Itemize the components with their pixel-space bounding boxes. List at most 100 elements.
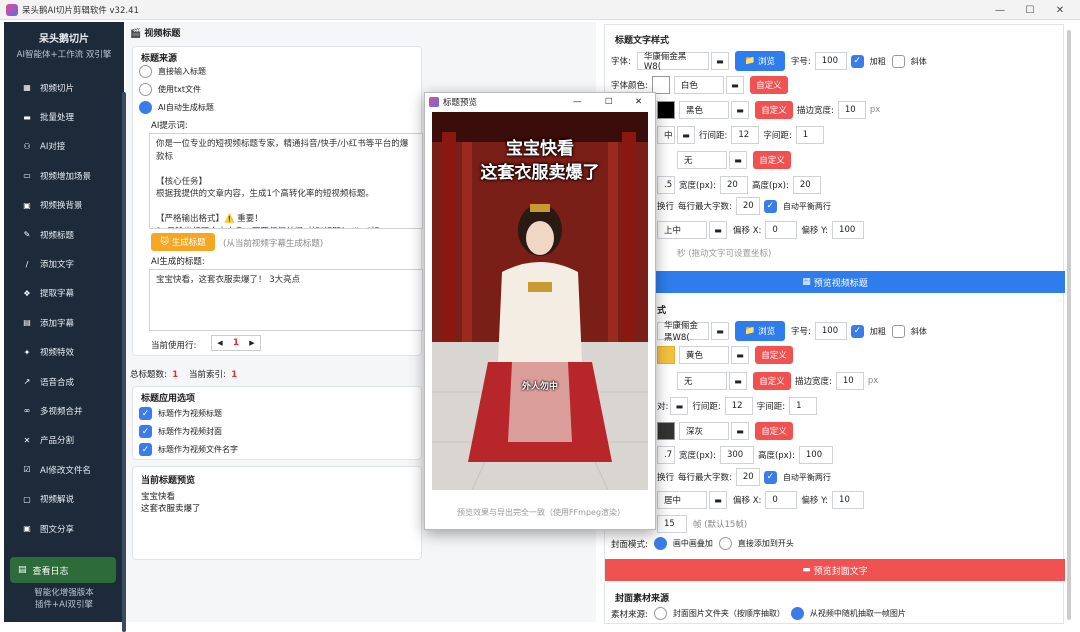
color-dropdown-icon[interactable]: ▬ — [725, 76, 744, 94]
radio-ai-generate[interactable]: AI自动生成标题 — [139, 101, 214, 114]
bold-checkbox[interactable]: ✓ 加粗 — [850, 54, 886, 68]
sidebar-item[interactable]: ▬ 批量处理 — [4, 102, 124, 131]
black-swatch[interactable] — [657, 101, 675, 119]
preview-video-title-button[interactable]: ▦ 预览视频标题 — [605, 271, 1065, 293]
generate-title-button[interactable]: 🐱 生成标题 — [151, 233, 215, 251]
sidebar-item[interactable]: ▦ 视频切片 — [4, 73, 124, 102]
prompt-textarea[interactable]: 你是一位专业的短视频标题专家，精通抖音/快手/小红书等平台的爆款标 【核心任务】… — [149, 133, 423, 229]
cover-browse-button[interactable]: 📁 浏览 — [735, 321, 785, 341]
prev-row-button[interactable]: ◀ — [212, 339, 228, 347]
cover-height-input[interactable]: 100 — [798, 446, 833, 464]
cover-color-dropdown-icon[interactable]: ▬ — [731, 346, 749, 364]
custom-bg-button[interactable]: 自定义 — [753, 151, 791, 169]
cover-width-input[interactable]: 300 — [719, 446, 754, 464]
cover-align-dropdown-icon[interactable]: ▬ — [670, 397, 689, 415]
sidebar-item[interactable]: / 添加文字 — [4, 249, 124, 278]
opacity-input[interactable]: .5 — [657, 176, 675, 194]
bg-dropdown-icon[interactable]: ▬ — [729, 151, 747, 169]
frames-input[interactable]: 15 — [657, 515, 687, 533]
cover-italic-checkbox[interactable]: 斜体 — [891, 324, 927, 338]
custom-stroke-button[interactable]: 自定义 — [755, 101, 793, 119]
cover-font-select[interactable]: 华康俪金黑W8( — [657, 321, 709, 343]
sidebar-item[interactable]: ↗ 语音合成 — [4, 367, 124, 396]
radio-cover-folder[interactable]: 封面图片文件夹（按顺序抽取） — [653, 607, 785, 620]
align-dropdown-icon[interactable]: ▬ — [677, 126, 695, 144]
width-input[interactable]: 20 — [719, 176, 748, 194]
sidebar-item[interactable]: ▣ 视频换背景 — [4, 191, 124, 220]
sidebar-item[interactable]: ✕ 产品分割 — [4, 426, 124, 455]
italic-checkbox[interactable]: 斜体 — [891, 54, 927, 68]
cover-char-spacing-input[interactable]: 1 — [789, 397, 818, 415]
font-select[interactable]: 华康俪金黑W8( — [636, 52, 709, 72]
radio-direct-input[interactable]: 直接输入标题 — [139, 65, 206, 78]
minimize-button[interactable]: — — [986, 0, 1014, 20]
sidebar-item[interactable]: ▭ 视频增加场景 — [4, 161, 124, 190]
checkbox-as-video-cover[interactable]: ✓ 标题作为视频封面 — [139, 425, 222, 438]
cover-font-dropdown-icon[interactable]: ▬ — [711, 322, 729, 340]
cover-opacity-input[interactable]: .7 — [657, 446, 675, 464]
sidebar-item[interactable]: ☑ AI修改文件名 — [4, 455, 124, 484]
sidebar-item[interactable]: ❖ 提取字幕 — [4, 279, 124, 308]
radio-pip-overlay[interactable]: 画中画叠加 — [653, 537, 713, 550]
cover-bg-select[interactable]: 深灰 — [679, 422, 729, 440]
sidebar-item[interactable]: ∞ 多视频合并 — [4, 396, 124, 425]
cover-bg-dropdown-icon[interactable]: ▬ — [731, 422, 749, 440]
sidebar-item[interactable]: ⚇ AI对接 — [4, 132, 124, 161]
sidebar-item[interactable]: ▢ 视频解说 — [4, 484, 124, 513]
size-input[interactable]: 100 — [814, 52, 847, 70]
cover-line-spacing-input[interactable]: 12 — [724, 397, 753, 415]
sidebar-item[interactable]: ✦ 视频特效 — [4, 338, 124, 367]
preview-cover-text-button[interactable]: ▬ 预览封面文字 — [605, 559, 1065, 581]
cover-custom-bg-button[interactable]: 自定义 — [755, 422, 793, 440]
cover-offset-y-input[interactable]: 10 — [832, 491, 865, 509]
cover-color-select[interactable]: 黄色 — [679, 346, 729, 364]
stroke-color-select[interactable]: 黑色 — [679, 101, 729, 119]
cover-size-input[interactable]: 100 — [814, 322, 847, 340]
char-spacing-input[interactable]: 1 — [795, 126, 824, 144]
cover-position-dropdown-icon[interactable]: ▬ — [709, 491, 727, 509]
radio-add-to-start[interactable]: 直接添加到开头 — [718, 537, 794, 550]
cover-offset-x-input[interactable]: 0 — [765, 491, 798, 509]
darkgray-swatch[interactable] — [657, 422, 675, 440]
stroke-dropdown-icon[interactable]: ▬ — [731, 101, 749, 119]
auto-balance-checkbox[interactable]: ✓ 自动平衡两行 — [763, 199, 831, 213]
next-row-button[interactable]: ▶ — [244, 339, 260, 347]
current-row-stepper[interactable]: ◀ 1 ▶ — [211, 335, 261, 351]
position-dropdown-icon[interactable]: ▬ — [709, 221, 727, 239]
sidebar-item[interactable]: ▣ 图文分享 — [4, 514, 124, 543]
custom-color-button[interactable]: 自定义 — [749, 76, 788, 94]
dialog-minimize-button[interactable]: — — [573, 97, 582, 107]
cover-max-chars-input[interactable]: 20 — [735, 468, 760, 486]
close-button[interactable]: ✕ — [1046, 0, 1074, 20]
font-color-select[interactable]: 白色 — [673, 76, 724, 94]
line-spacing-input[interactable]: 12 — [731, 126, 760, 144]
cover-bold-checkbox[interactable]: ✓ 加粗 — [850, 324, 886, 338]
font-dropdown-icon[interactable]: ▬ — [710, 52, 729, 70]
right-scrollbar[interactable] — [1067, 30, 1071, 620]
cover-auto-balance-checkbox[interactable]: ✓ 自动平衡两行 — [763, 470, 831, 484]
align-select[interactable]: 中 — [657, 126, 675, 144]
result-textarea[interactable]: 宝宝快看，这套衣服卖爆了！ 3大亮点 — [149, 269, 423, 331]
offset-y-input[interactable]: 100 — [832, 221, 865, 239]
cover-custom-stroke-button[interactable]: 自定义 — [753, 372, 791, 390]
checkbox-as-filename[interactable]: ✓ 标题作为视频文件名字 — [139, 443, 238, 456]
offset-x-input[interactable]: 0 — [765, 221, 798, 239]
stroke-width-input[interactable]: 10 — [837, 101, 866, 119]
radio-random-frame[interactable]: 从视频中随机抽取一帧图片 — [790, 607, 906, 620]
radio-txt-file[interactable]: 使用txt文件 — [139, 83, 201, 96]
cover-stroke-select[interactable]: 无 — [677, 372, 727, 390]
max-chars-input[interactable]: 20 — [735, 197, 760, 215]
cover-stroke-dropdown-icon[interactable]: ▬ — [729, 372, 747, 390]
maximize-button[interactable]: ☐ — [1016, 0, 1044, 20]
sidebar-item[interactable]: ▤ 添加字幕 — [4, 308, 124, 337]
cover-stroke-width-input[interactable]: 10 — [835, 372, 864, 390]
position-select[interactable]: 上中 — [657, 221, 707, 239]
bg-color-select[interactable]: 无 — [677, 151, 727, 169]
checkbox-as-video-title[interactable]: ✓ 标题作为视频标题 — [139, 407, 222, 420]
yellow-swatch[interactable] — [657, 346, 675, 364]
dialog-close-button[interactable]: ✕ — [635, 97, 642, 107]
view-log-button[interactable]: ▤ 查看日志 — [10, 557, 116, 583]
height-input[interactable]: 20 — [792, 176, 821, 194]
dialog-maximize-button[interactable]: ☐ — [605, 97, 613, 107]
sidebar-item[interactable]: ✎ 视频标题 — [4, 220, 124, 249]
